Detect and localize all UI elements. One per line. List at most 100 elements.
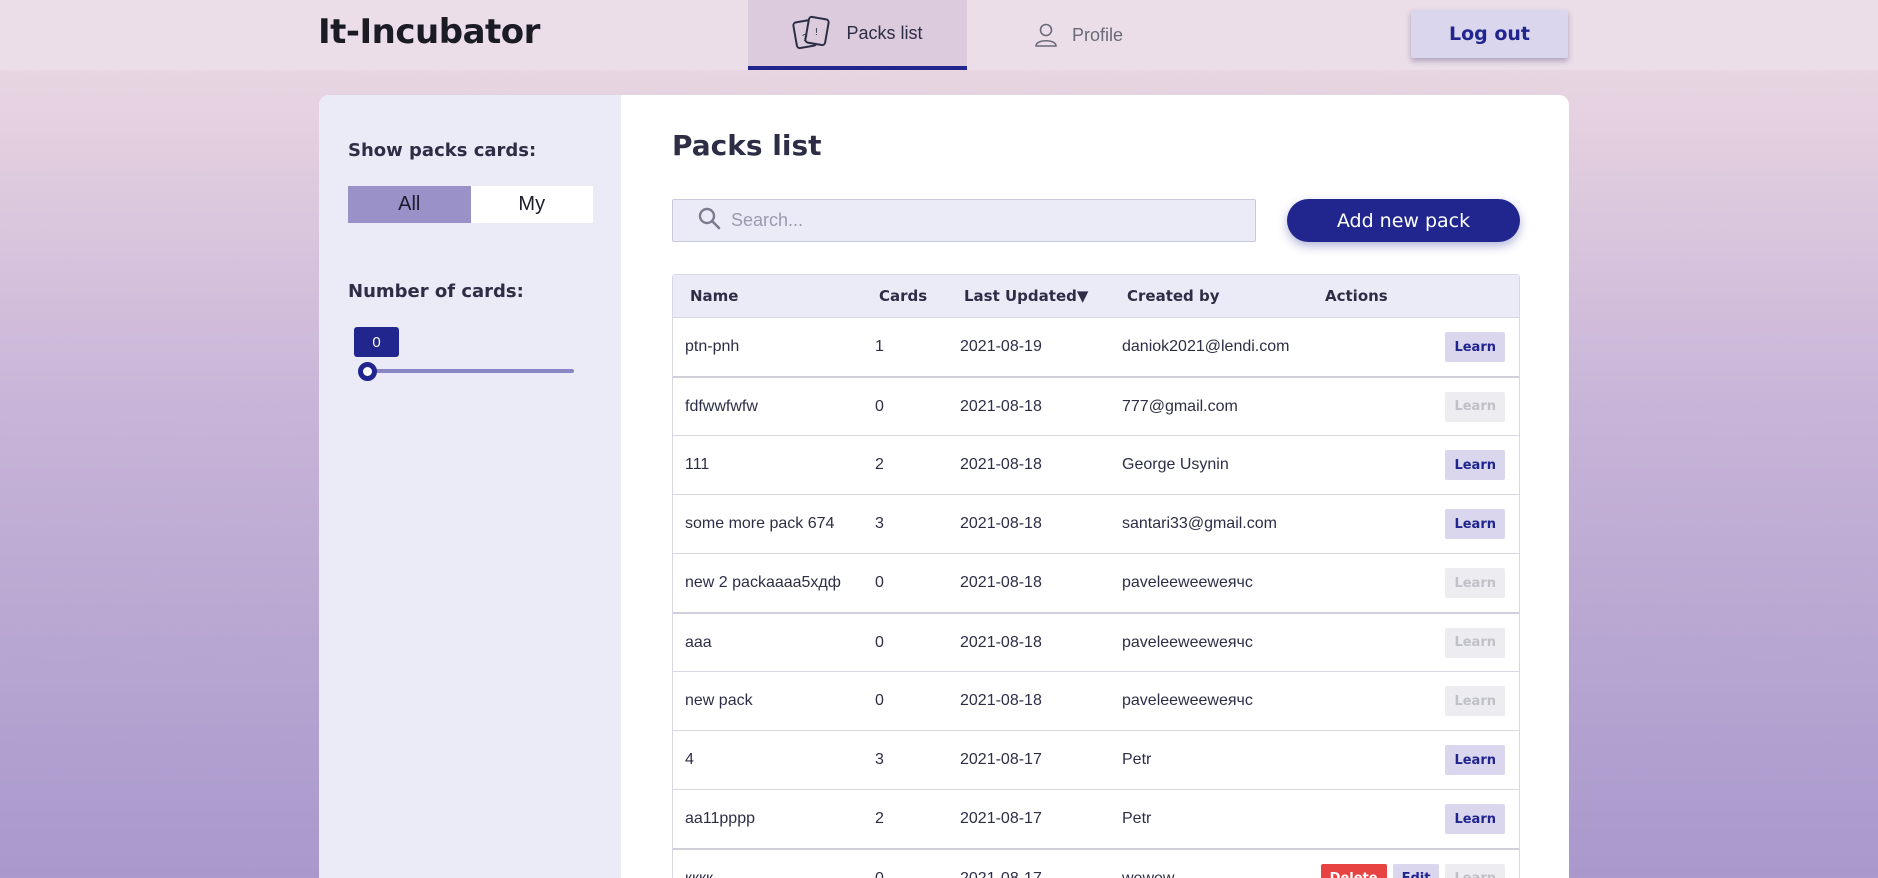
row-actions: Learn [1445,686,1505,716]
pack-last-updated: 2021-08-18 [960,692,1042,709]
learn-button[interactable]: Learn [1445,568,1505,598]
pack-last-updated: 2021-08-17 [960,869,1042,878]
table-row: aaa 0 2021-08-18 paveleeweeweячс Learn [673,612,1519,671]
pack-last-updated: 2021-08-18 [960,574,1042,591]
table-row: aa11pppp 2 2021-08-17 Petr Learn [673,789,1519,848]
pack-created-by: paveleeweeweячс [1122,633,1253,651]
row-actions: Learn [1445,627,1505,658]
learn-button[interactable]: Learn [1445,863,1505,878]
pack-cards-count: 2 [875,456,884,473]
learn-button[interactable]: Learn [1445,627,1505,658]
toggle-my-button[interactable]: My [470,186,593,223]
toggle-all-button[interactable]: All [348,186,471,223]
page-title: Packs list [672,129,822,162]
pack-last-updated: 2021-08-17 [960,751,1042,768]
tab-profile[interactable]: Profile [969,0,1188,70]
table-row: some more pack 674 3 2021-08-18 santari3… [673,494,1519,553]
search-icon [673,206,731,235]
pack-last-updated: 2021-08-19 [960,338,1042,355]
edit-button[interactable]: Edit [1392,863,1440,878]
pack-cards-count: 0 [875,692,884,709]
pack-cards-count: 0 [875,397,884,415]
pack-name: 4 [685,751,694,768]
logo: It-Incubator [318,12,540,52]
pack-created-by: paveleeweeweячс [1122,574,1253,591]
row-actions: Learn [1445,391,1505,422]
row-actions: Learn [1445,509,1505,539]
pack-created-by: paveleeweeweячс [1122,692,1253,709]
delete-button[interactable]: Delete [1320,863,1387,878]
pack-last-updated: 2021-08-18 [960,456,1042,473]
pack-cards-count: 0 [875,869,884,878]
pack-cards-count: 3 [875,515,884,532]
pack-created-by: 777@gmail.com [1122,397,1238,415]
pack-name: ptn-pnh [685,338,740,355]
table-row: кккк 0 2021-08-17 wewew Delete Edit Lear… [673,848,1519,878]
pack-last-updated: 2021-08-18 [960,633,1042,651]
column-header-last-updated[interactable]: Last Updated▼ [964,287,1088,305]
learn-button[interactable]: Learn [1445,804,1505,834]
tab-profile-label: Profile [1071,24,1124,45]
pack-cards-count: 0 [875,574,884,591]
row-actions: Learn [1445,450,1505,480]
user-icon [1034,22,1058,48]
svg-text:?: ? [802,33,808,44]
pack-created-by: santari33@gmail.com [1122,515,1277,532]
pack-created-by: wewew [1122,869,1175,878]
slider-value-badge: 0 [354,327,399,357]
pack-name: 111 [685,456,710,473]
cards-range-slider-thumb[interactable] [358,362,377,381]
pack-last-updated: 2021-08-18 [960,397,1042,415]
column-header-actions: Actions [1325,287,1388,305]
pack-created-by: daniok2021@lendi.com [1122,338,1290,355]
row-actions: Learn [1445,332,1505,362]
pack-name: some more pack 674 [685,515,835,532]
content-panel: Show packs cards: All My Number of cards… [319,95,1569,878]
learn-button[interactable]: Learn [1445,391,1505,422]
pack-name: fdfwwfwfw [685,397,758,415]
learn-button[interactable]: Learn [1445,332,1505,362]
table-row: new pack 0 2021-08-18 paveleeweeweячс Le… [673,671,1519,730]
row-actions: Delete Edit Learn [1320,863,1505,878]
pack-created-by: George Usynin [1122,456,1229,473]
pack-name: aaa [685,633,712,651]
pack-last-updated: 2021-08-17 [960,810,1042,827]
table-row: 4 3 2021-08-17 Petr Learn [673,730,1519,789]
table-row: 111 2 2021-08-18 George Usynin Learn [673,435,1519,494]
table-row: new 2 packaaaa5xдф 0 2021-08-18 paveleew… [673,553,1519,612]
filter-sidebar: Show packs cards: All My Number of cards… [319,95,621,878]
number-of-cards-title: Number of cards: [348,281,524,302]
top-header: It-Incubator ? ! Packs list Profile Log … [0,0,1878,70]
pack-created-by: Petr [1122,810,1152,827]
row-actions: Learn [1445,804,1505,834]
table-row: ptn-pnh 1 2021-08-19 daniok2021@lendi.co… [673,317,1519,376]
row-actions: Learn [1445,745,1505,775]
logout-button[interactable]: Log out [1411,10,1568,58]
learn-button[interactable]: Learn [1445,686,1505,716]
add-new-pack-button[interactable]: Add new pack [1287,199,1520,242]
pack-last-updated: 2021-08-18 [960,515,1042,532]
learn-button[interactable]: Learn [1445,509,1505,539]
packs-table: Name Cards Last Updated▼ Created by Acti… [672,274,1520,878]
learn-button[interactable]: Learn [1445,745,1505,775]
cards-range-slider-track[interactable] [368,369,574,373]
pack-name: aa11pppp [685,810,755,827]
column-header-cards[interactable]: Cards [879,287,927,305]
pack-cards-count: 2 [875,810,884,827]
row-actions: Learn [1445,568,1505,598]
svg-text:!: ! [815,27,818,38]
cards-icon: ? ! [792,15,832,51]
pack-created-by: Petr [1122,751,1152,768]
search-box [672,199,1256,242]
pack-cards-count: 0 [875,633,884,651]
search-input[interactable] [731,210,1231,231]
pack-cards-count: 1 [875,338,884,355]
tab-packs-list[interactable]: ? ! Packs list [748,0,967,70]
column-header-created-by[interactable]: Created by [1127,287,1220,305]
tab-packs-list-label: Packs list [846,22,923,43]
pack-cards-count: 3 [875,751,884,768]
learn-button[interactable]: Learn [1445,450,1505,480]
table-header: Name Cards Last Updated▼ Created by Acti… [673,275,1519,317]
column-header-name[interactable]: Name [690,287,738,305]
pack-name: new 2 packaaaa5xдф [685,574,841,591]
